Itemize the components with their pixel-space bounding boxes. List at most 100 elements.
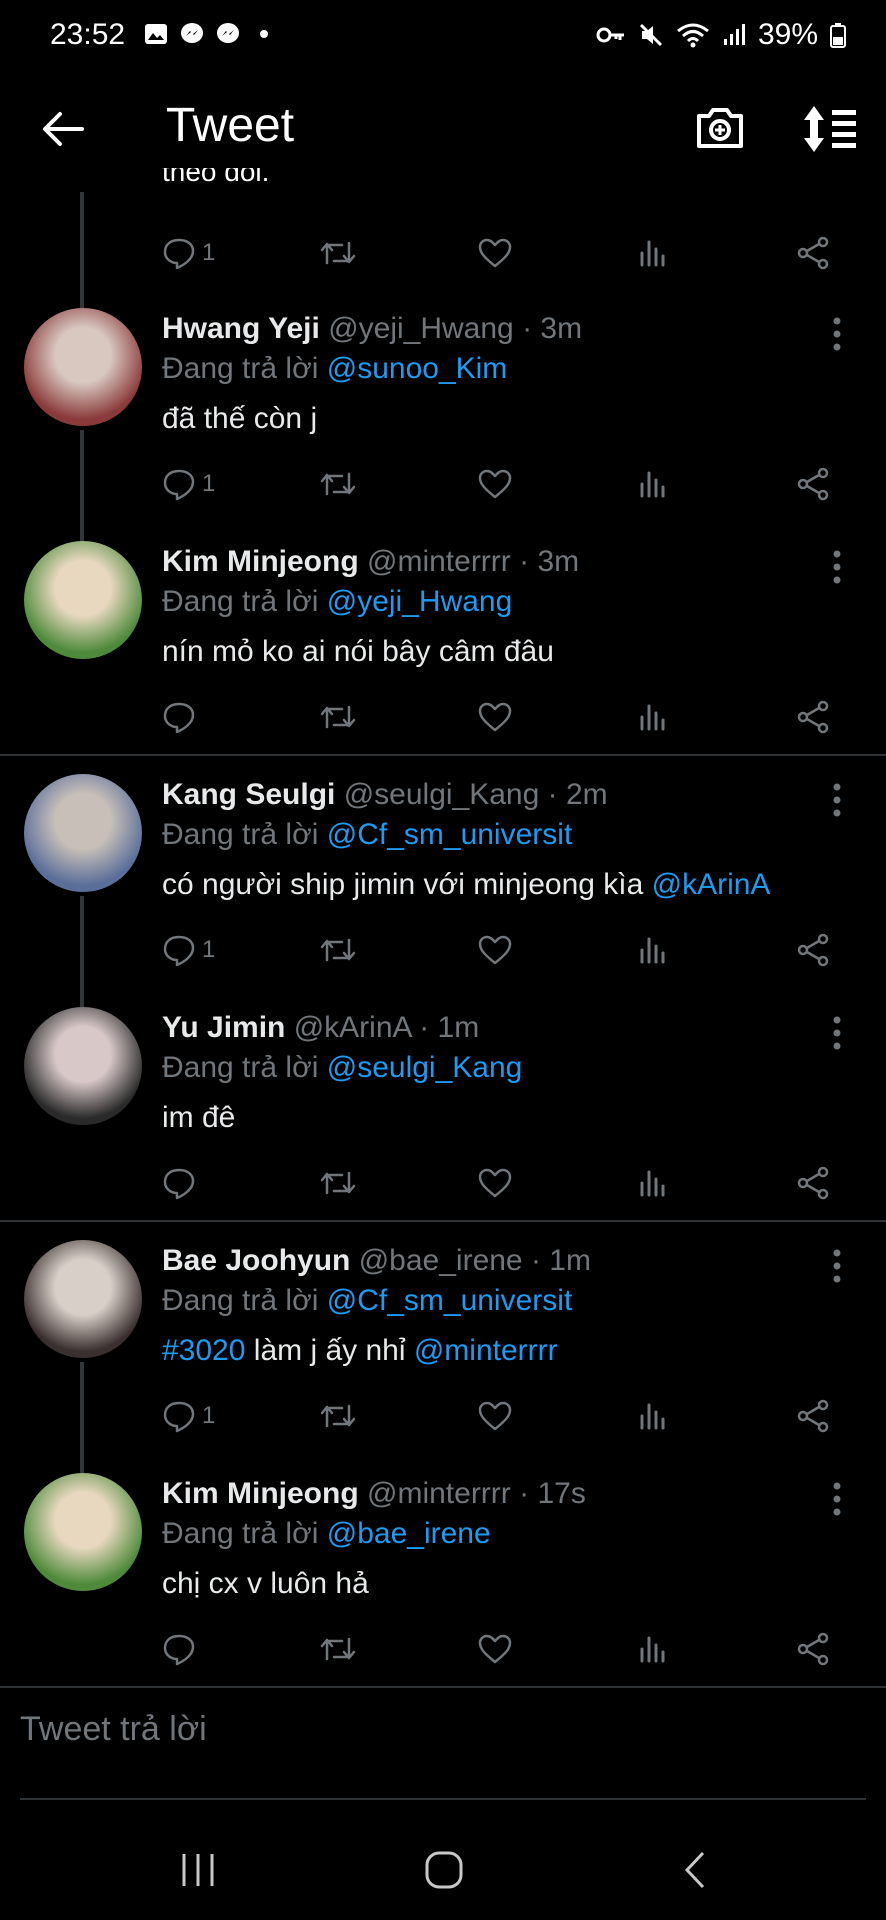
retweet-button[interactable] (318, 459, 358, 509)
tweet[interactable]: Bae Joohyun @bae_irene · 1m Đang trả lời … (0, 1240, 886, 1440)
like-button[interactable] (478, 925, 512, 975)
reply-button[interactable]: 1 (162, 228, 215, 278)
more-vertical-icon[interactable] (824, 1015, 850, 1051)
views-button[interactable] (638, 1158, 668, 1208)
like-button[interactable] (478, 1391, 512, 1441)
share-button[interactable] (796, 925, 830, 975)
share-button[interactable] (796, 459, 830, 509)
replying-to-mention[interactable]: @yeji_Hwang (327, 585, 513, 618)
retweet-button[interactable] (318, 1624, 358, 1674)
tweet-time: · 1m (530, 1244, 591, 1277)
avatar[interactable] (24, 308, 142, 426)
like-button[interactable] (478, 1624, 512, 1674)
retweet-button[interactable] (318, 692, 358, 742)
tweet-header: Kim Minjeong @minterrrr · 17s (162, 1477, 586, 1511)
avatar[interactable] (24, 541, 142, 659)
more-vertical-icon[interactable] (824, 1481, 850, 1517)
more-vertical-icon[interactable] (824, 316, 850, 352)
share-button[interactable] (796, 1158, 830, 1208)
display-name[interactable]: Hwang Yeji (162, 312, 320, 345)
share-icon (797, 236, 829, 270)
mute-icon (639, 23, 663, 47)
retweet-button[interactable] (318, 228, 358, 278)
page-title: Tweet (166, 99, 295, 152)
more-vertical-icon[interactable] (824, 782, 850, 818)
bar-chart-icon (640, 1403, 665, 1430)
sort-icon[interactable] (800, 104, 858, 154)
tweet[interactable]: Yu Jimin @kArinA · 1m Đang trả lời @seulg… (0, 1007, 886, 1207)
replying-to-mention[interactable]: @sunoo_Kim (327, 352, 508, 385)
replying-to-mention[interactable]: @seulgi_Kang (327, 1051, 523, 1084)
reply-button[interactable] (162, 1624, 202, 1674)
comment-icon (163, 935, 195, 967)
tweet-header: Bae Joohyun @bae_irene · 1m (162, 1244, 591, 1278)
views-button[interactable] (638, 228, 668, 278)
share-button[interactable] (796, 228, 830, 278)
views-button[interactable] (638, 1624, 668, 1674)
avatar[interactable] (24, 774, 142, 892)
tweet-time: · 17s (519, 1477, 586, 1510)
display-name[interactable]: Kim Minjeong (162, 545, 359, 578)
display-name[interactable]: Kim Minjeong (162, 1477, 359, 1510)
share-button[interactable] (796, 1391, 830, 1441)
retweet-button[interactable] (318, 925, 358, 975)
share-icon (797, 467, 829, 501)
comment-icon (163, 702, 195, 734)
views-button[interactable] (638, 692, 668, 742)
replying-to-mention[interactable]: @Cf_sm_universit (327, 1284, 573, 1317)
comment-icon (163, 1168, 195, 1200)
replying-to: Đang trả lời @Cf_sm_universit (162, 818, 572, 852)
back-nav-button[interactable] (664, 1842, 724, 1898)
reply-input[interactable]: Tweet trả lời (20, 1710, 207, 1749)
user-handle: @seulgi_Kang (343, 778, 540, 811)
camera-plus-icon[interactable] (695, 102, 745, 152)
like-button[interactable] (478, 692, 512, 742)
like-button[interactable] (478, 459, 512, 509)
reply-button[interactable]: 1 (162, 1391, 215, 1441)
reply-button[interactable]: 1 (162, 459, 215, 509)
replying-to-mention[interactable]: @bae_irene (327, 1517, 491, 1550)
tweet[interactable]: Kim Minjeong @minterrrr · 3m Đang trả lời… (0, 541, 886, 741)
partial-tweet-text: theo dõi. (162, 168, 270, 187)
mention-link[interactable]: @minterrrr (414, 1334, 558, 1367)
tweet[interactable]: Kang Seulgi @seulgi_Kang · 2m Đang trả lờ… (0, 774, 886, 974)
recent-apps-button[interactable] (168, 1842, 228, 1898)
replying-prefix: Đang trả lời (162, 1517, 319, 1550)
views-button[interactable] (638, 925, 668, 975)
display-name[interactable]: Yu Jimin (162, 1011, 285, 1044)
like-button[interactable] (478, 228, 512, 278)
tweet-text: có người ship jimin với minjeong kìa @kA… (162, 868, 770, 902)
share-icon (797, 700, 829, 734)
arrow-left-icon[interactable] (38, 104, 88, 154)
like-button[interactable] (478, 1158, 512, 1208)
tweet-text-content: im đê (162, 1101, 236, 1134)
views-button[interactable] (638, 459, 668, 509)
share-button[interactable] (796, 1624, 830, 1674)
tweet-time: · 2m (547, 778, 608, 811)
display-name[interactable]: Kang Seulgi (162, 778, 335, 811)
views-button[interactable] (638, 1391, 668, 1441)
hashtag-link[interactable]: #3020 (162, 1334, 245, 1367)
reply-button[interactable] (162, 692, 202, 742)
home-button[interactable] (414, 1842, 474, 1898)
retweet-button[interactable] (318, 1158, 358, 1208)
reply-button[interactable]: 1 (162, 925, 215, 975)
tweet-text: im đê (162, 1101, 235, 1135)
retweet-button[interactable] (318, 1391, 358, 1441)
mention-link[interactable]: @kArinA (652, 868, 771, 901)
tweet-time: · 3m (519, 545, 580, 578)
tweet[interactable]: Kim Minjeong @minterrrr · 17s Đang trả lờ… (0, 1473, 886, 1673)
more-vertical-icon[interactable] (824, 549, 850, 585)
share-button[interactable] (796, 692, 830, 742)
avatar[interactable] (24, 1240, 142, 1358)
tweet[interactable]: Hwang Yeji @yeji_Hwang · 3m Đang trả lời … (0, 308, 886, 508)
avatar[interactable] (24, 1473, 142, 1591)
avatar[interactable] (24, 1007, 142, 1125)
user-handle: @minterrrr (367, 545, 511, 578)
more-vertical-icon[interactable] (824, 1248, 850, 1284)
reply-button[interactable] (162, 1158, 202, 1208)
display-name[interactable]: Bae Joohyun (162, 1244, 350, 1277)
share-icon (797, 1632, 829, 1666)
replying-to-mention[interactable]: @Cf_sm_universit (327, 818, 573, 851)
share-icon (797, 933, 829, 967)
